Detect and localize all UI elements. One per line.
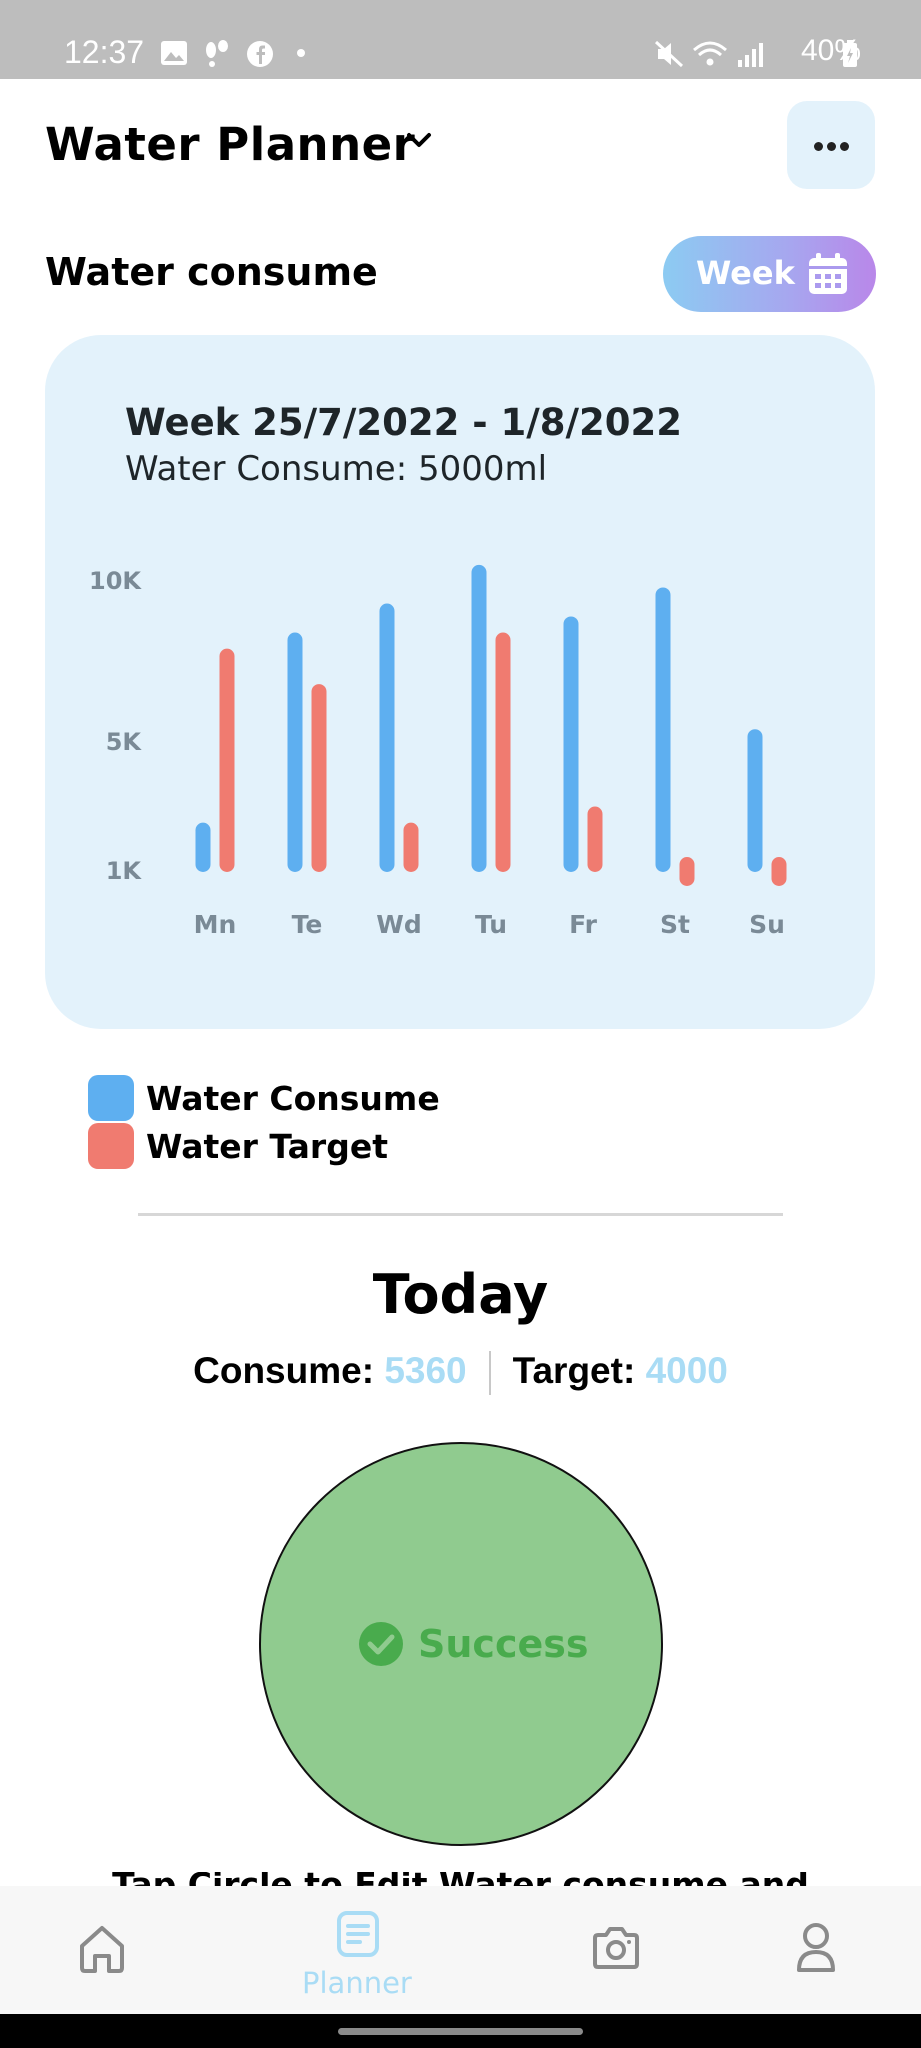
y-tick-label: 5K: [106, 728, 143, 756]
weekly-chart-card: Week 25/7/2022 - 1/8/2022 Water Consume:…: [45, 335, 875, 1029]
x-tick-label-mn: Mn: [194, 910, 237, 939]
x-tick-label-st: St: [660, 910, 690, 939]
legend-label-target: Water Target: [146, 1127, 388, 1166]
status-bar: 12:37 40%: [0, 0, 921, 79]
battery-icon: [843, 40, 857, 67]
legend-swatch-target: [88, 1123, 134, 1169]
nav-planner-label: Planner: [302, 1966, 412, 2000]
period-button-label: Week: [696, 254, 795, 292]
image-icon: [161, 41, 187, 65]
facebook-icon: [247, 41, 273, 67]
notification-dot-icon: [297, 49, 305, 57]
x-tick-label-te: Te: [292, 910, 323, 939]
today-stats: Consume: 5360 Target: 4000: [0, 1350, 921, 1396]
chevron-down-icon[interactable]: [405, 130, 433, 152]
bar-chart: 10K 5K 1K Mn Te Wd Tu Fr St Su: [89, 564, 787, 939]
more-button[interactable]: [787, 101, 875, 189]
success-status: Success: [418, 1622, 589, 1666]
page-title[interactable]: Water Planner: [45, 118, 415, 171]
wifi-icon: [693, 41, 727, 66]
y-tick-label: 1K: [106, 857, 143, 885]
more-icon-dot: [827, 142, 836, 151]
home-icon: [80, 1926, 124, 1973]
edit-hint: Tap Circle to Edit Water consume and: [0, 1872, 921, 1886]
nav-profile[interactable]: [790, 1886, 850, 2014]
check-circle-icon: [359, 1622, 403, 1666]
target-label: Target:: [512, 1350, 636, 1391]
target-value: 4000: [645, 1350, 728, 1391]
gesture-bar: [0, 2014, 921, 2048]
edit-hint-text: Tap Circle to Edit Water consume and: [112, 1872, 809, 1886]
mute-icon: [654, 40, 684, 68]
x-tick-label-tu: Tu: [475, 910, 507, 939]
nav-planner[interactable]: Planner: [300, 1886, 420, 2014]
y-tick-label: 10K: [89, 567, 142, 595]
home-gesture-pill[interactable]: [338, 2028, 583, 2035]
section-divider: [138, 1213, 783, 1216]
camera-icon: [593, 1927, 639, 1969]
section-title: Water consume: [45, 250, 378, 294]
stats-separator: [488, 1351, 491, 1396]
today-title: Today: [372, 1263, 549, 1326]
status-time: 12:37: [64, 34, 145, 70]
more-icon-dot: [840, 142, 849, 151]
nav-camera[interactable]: [585, 1886, 665, 2014]
profile-icon: [797, 1923, 835, 1972]
x-tick-label-wd: Wd: [376, 910, 421, 939]
nav-home[interactable]: [60, 1886, 140, 2014]
x-tick-label-su: Su: [749, 910, 785, 939]
calendar-icon: [809, 253, 847, 294]
more-icon: [814, 142, 823, 151]
signal-icon: [738, 43, 763, 67]
legend-swatch-consume: [88, 1075, 134, 1121]
footsteps-icon: [206, 40, 228, 67]
consume-value: 5360: [384, 1350, 467, 1391]
bottom-nav: Planner: [0, 1886, 921, 2014]
x-tick-label-fr: Fr: [569, 910, 597, 939]
consume-label: Consume:: [193, 1350, 375, 1391]
planner-icon: [337, 1911, 379, 1957]
period-week-button[interactable]: Week: [663, 236, 876, 312]
legend-label-consume: Water Consume: [146, 1079, 440, 1118]
